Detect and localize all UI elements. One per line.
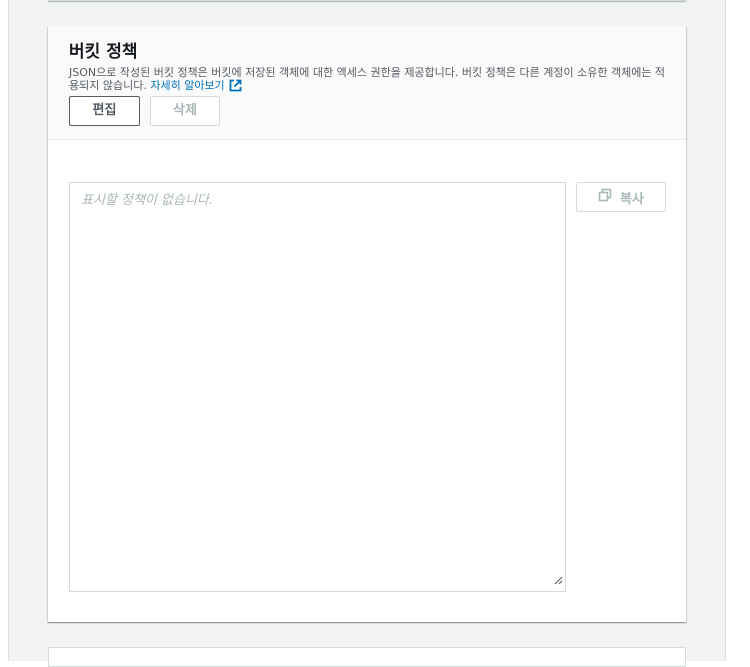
bucket-policy-card: 버킷 정책 JSON으로 작성된 버킷 정책은 버킷에 저장된 객체에 대한 액… [48, 26, 686, 622]
next-section-card [48, 647, 686, 667]
copy-label: 복사 [620, 191, 644, 207]
copy-button: 복사 [576, 182, 666, 212]
section-description: JSON으로 작성된 버킷 정책은 버킷에 저장된 객체에 대한 액세스 권한을… [69, 66, 674, 95]
section-title: 버킷 정책 [69, 42, 138, 62]
resize-handle-icon[interactable] [553, 570, 563, 589]
learn-more-link[interactable]: 자세히 알아보기 [150, 79, 242, 95]
policy-editor[interactable]: 표시할 정책이 없습니다. [69, 182, 566, 592]
previous-section-card [48, 0, 686, 1]
delete-button: 삭제 [150, 96, 220, 126]
learn-more-label: 자세히 알아보기 [150, 79, 225, 92]
edit-button[interactable]: 편집 [69, 96, 140, 126]
editor-placeholder: 표시할 정책이 없습니다. [81, 193, 213, 208]
copy-icon [598, 188, 612, 206]
bucket-policy-header: 버킷 정책 JSON으로 작성된 버킷 정책은 버킷에 저장된 객체에 대한 액… [48, 26, 686, 140]
external-link-icon [229, 79, 242, 95]
